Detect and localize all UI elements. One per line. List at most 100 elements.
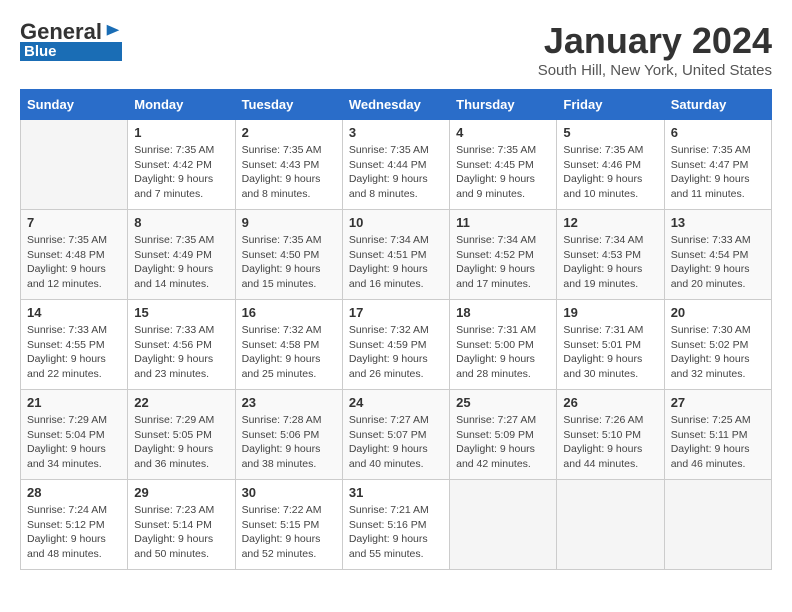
day-info: Sunrise: 7:32 AM Sunset: 4:58 PM Dayligh… [242, 323, 336, 382]
day-info: Sunrise: 7:35 AM Sunset: 4:44 PM Dayligh… [349, 143, 443, 202]
day-info: Sunrise: 7:34 AM Sunset: 4:53 PM Dayligh… [563, 233, 657, 292]
day-number: 28 [27, 485, 121, 500]
header-cell-thursday: Thursday [450, 90, 557, 120]
week-row: 14 Sunrise: 7:33 AM Sunset: 4:55 PM Dayli… [21, 300, 772, 390]
day-number: 5 [563, 125, 657, 140]
day-info: Sunrise: 7:33 AM Sunset: 4:55 PM Dayligh… [27, 323, 121, 382]
day-info: Sunrise: 7:35 AM Sunset: 4:45 PM Dayligh… [456, 143, 550, 202]
day-info: Sunrise: 7:21 AM Sunset: 5:16 PM Dayligh… [349, 503, 443, 562]
day-number: 1 [134, 125, 228, 140]
calendar-cell: 9Sunrise: 7:35 AM Sunset: 4:50 PM Daylig… [235, 210, 342, 300]
calendar-cell: 29Sunrise: 7:23 AM Sunset: 5:14 PM Dayli… [128, 480, 235, 570]
day-info: Sunrise: 7:29 AM Sunset: 5:04 PM Dayligh… [27, 413, 121, 472]
day-number: 10 [349, 215, 443, 230]
calendar-cell: 13 Sunrise: 7:33 AM Sunset: 4:54 PM Dayli… [664, 210, 771, 300]
calendar-cell: 15 Sunrise: 7:33 AM Sunset: 4:56 PM Dayli… [128, 300, 235, 390]
calendar-table: SundayMondayTuesdayWednesdayThursdayFrid… [20, 89, 772, 570]
calendar-cell [557, 480, 664, 570]
day-number: 15 [134, 305, 228, 320]
calendar-cell: 28 Sunrise: 7:24 AM Sunset: 5:12 PM Dayli… [21, 480, 128, 570]
day-number: 31 [349, 485, 443, 500]
day-number: 21 [27, 395, 121, 410]
day-number: 13 [671, 215, 765, 230]
calendar-cell: 22Sunrise: 7:29 AM Sunset: 5:05 PM Dayli… [128, 390, 235, 480]
day-number: 27 [671, 395, 765, 410]
page-header: General Blue January 2024 South Hill, Ne… [20, 20, 772, 79]
calendar-cell: 18 Sunrise: 7:31 AM Sunset: 5:00 PM Dayli… [450, 300, 557, 390]
calendar-cell: 11 Sunrise: 7:34 AM Sunset: 4:52 PM Dayli… [450, 210, 557, 300]
calendar-subtitle: South Hill, New York, United States [538, 62, 772, 79]
day-info: Sunrise: 7:31 AM Sunset: 5:00 PM Dayligh… [456, 323, 550, 382]
day-info: Sunrise: 7:35 AM Sunset: 4:50 PM Dayligh… [242, 233, 336, 292]
day-info: Sunrise: 7:35 AM Sunset: 4:49 PM Dayligh… [134, 233, 228, 292]
title-area: January 2024 South Hill, New York, Unite… [538, 20, 772, 79]
calendar-cell: 14 Sunrise: 7:33 AM Sunset: 4:55 PM Dayli… [21, 300, 128, 390]
calendar-cell: 31 Sunrise: 7:21 AM Sunset: 5:16 PM Dayli… [342, 480, 449, 570]
day-number: 23 [242, 395, 336, 410]
calendar-cell: 21 Sunrise: 7:29 AM Sunset: 5:04 PM Dayli… [21, 390, 128, 480]
header-row: SundayMondayTuesdayWednesdayThursdayFrid… [21, 90, 772, 120]
logo-flag-icon [104, 23, 122, 41]
day-info: Sunrise: 7:34 AM Sunset: 4:52 PM Dayligh… [456, 233, 550, 292]
calendar-cell: 8 Sunrise: 7:35 AM Sunset: 4:49 PM Daylig… [128, 210, 235, 300]
calendar-cell: 17 Sunrise: 7:32 AM Sunset: 4:59 PM Dayli… [342, 300, 449, 390]
day-info: Sunrise: 7:33 AM Sunset: 4:56 PM Dayligh… [134, 323, 228, 382]
day-number: 25 [456, 395, 550, 410]
calendar-cell: 12 Sunrise: 7:34 AM Sunset: 4:53 PM Dayli… [557, 210, 664, 300]
calendar-cell: 3Sunrise: 7:35 AM Sunset: 4:44 PM Daylig… [342, 120, 449, 210]
day-info: Sunrise: 7:35 AM Sunset: 4:42 PM Dayligh… [134, 143, 228, 202]
calendar-title: January 2024 [538, 20, 772, 62]
header-cell-sunday: Sunday [21, 90, 128, 120]
week-row: 28 Sunrise: 7:24 AM Sunset: 5:12 PM Dayli… [21, 480, 772, 570]
logo-text-general: General [20, 20, 102, 44]
day-info: Sunrise: 7:32 AM Sunset: 4:59 PM Dayligh… [349, 323, 443, 382]
logo-blue: Blue [20, 42, 122, 61]
day-number: 24 [349, 395, 443, 410]
day-number: 7 [27, 215, 121, 230]
day-number: 19 [563, 305, 657, 320]
calendar-cell: 30 Sunrise: 7:22 AM Sunset: 5:15 PM Dayli… [235, 480, 342, 570]
header-cell-saturday: Saturday [664, 90, 771, 120]
header-cell-tuesday: Tuesday [235, 90, 342, 120]
day-number: 2 [242, 125, 336, 140]
calendar-cell: 26 Sunrise: 7:26 AM Sunset: 5:10 PM Dayli… [557, 390, 664, 480]
day-info: Sunrise: 7:31 AM Sunset: 5:01 PM Dayligh… [563, 323, 657, 382]
day-info: Sunrise: 7:25 AM Sunset: 5:11 PM Dayligh… [671, 413, 765, 472]
day-number: 29 [134, 485, 228, 500]
calendar-cell: 5Sunrise: 7:35 AM Sunset: 4:46 PM Daylig… [557, 120, 664, 210]
day-number: 22 [134, 395, 228, 410]
week-row: 21 Sunrise: 7:29 AM Sunset: 5:04 PM Dayli… [21, 390, 772, 480]
day-info: Sunrise: 7:22 AM Sunset: 5:15 PM Dayligh… [242, 503, 336, 562]
day-info: Sunrise: 7:27 AM Sunset: 5:09 PM Dayligh… [456, 413, 550, 472]
day-info: Sunrise: 7:30 AM Sunset: 5:02 PM Dayligh… [671, 323, 765, 382]
calendar-cell: 7 Sunrise: 7:35 AM Sunset: 4:48 PM Daylig… [21, 210, 128, 300]
day-number: 17 [349, 305, 443, 320]
day-number: 12 [563, 215, 657, 230]
calendar-body: 1 Sunrise: 7:35 AM Sunset: 4:42 PM Daylig… [21, 120, 772, 570]
day-info: Sunrise: 7:26 AM Sunset: 5:10 PM Dayligh… [563, 413, 657, 472]
logo: General Blue [20, 20, 122, 61]
day-info: Sunrise: 7:35 AM Sunset: 4:47 PM Dayligh… [671, 143, 765, 202]
calendar-cell [664, 480, 771, 570]
day-info: Sunrise: 7:24 AM Sunset: 5:12 PM Dayligh… [27, 503, 121, 562]
calendar-cell: 19 Sunrise: 7:31 AM Sunset: 5:01 PM Dayli… [557, 300, 664, 390]
header-cell-wednesday: Wednesday [342, 90, 449, 120]
calendar-cell: 1 Sunrise: 7:35 AM Sunset: 4:42 PM Daylig… [128, 120, 235, 210]
calendar-cell: 2Sunrise: 7:35 AM Sunset: 4:43 PM Daylig… [235, 120, 342, 210]
calendar-cell: 27 Sunrise: 7:25 AM Sunset: 5:11 PM Dayli… [664, 390, 771, 480]
day-number: 8 [134, 215, 228, 230]
week-row: 7 Sunrise: 7:35 AM Sunset: 4:48 PM Daylig… [21, 210, 772, 300]
day-info: Sunrise: 7:33 AM Sunset: 4:54 PM Dayligh… [671, 233, 765, 292]
day-number: 26 [563, 395, 657, 410]
calendar-cell [21, 120, 128, 210]
day-number: 18 [456, 305, 550, 320]
day-number: 6 [671, 125, 765, 140]
day-number: 11 [456, 215, 550, 230]
day-number: 4 [456, 125, 550, 140]
day-number: 30 [242, 485, 336, 500]
day-info: Sunrise: 7:35 AM Sunset: 4:48 PM Dayligh… [27, 233, 121, 292]
calendar-cell: 10 Sunrise: 7:34 AM Sunset: 4:51 PM Dayli… [342, 210, 449, 300]
day-number: 14 [27, 305, 121, 320]
calendar-cell: 25 Sunrise: 7:27 AM Sunset: 5:09 PM Dayli… [450, 390, 557, 480]
day-info: Sunrise: 7:34 AM Sunset: 4:51 PM Dayligh… [349, 233, 443, 292]
